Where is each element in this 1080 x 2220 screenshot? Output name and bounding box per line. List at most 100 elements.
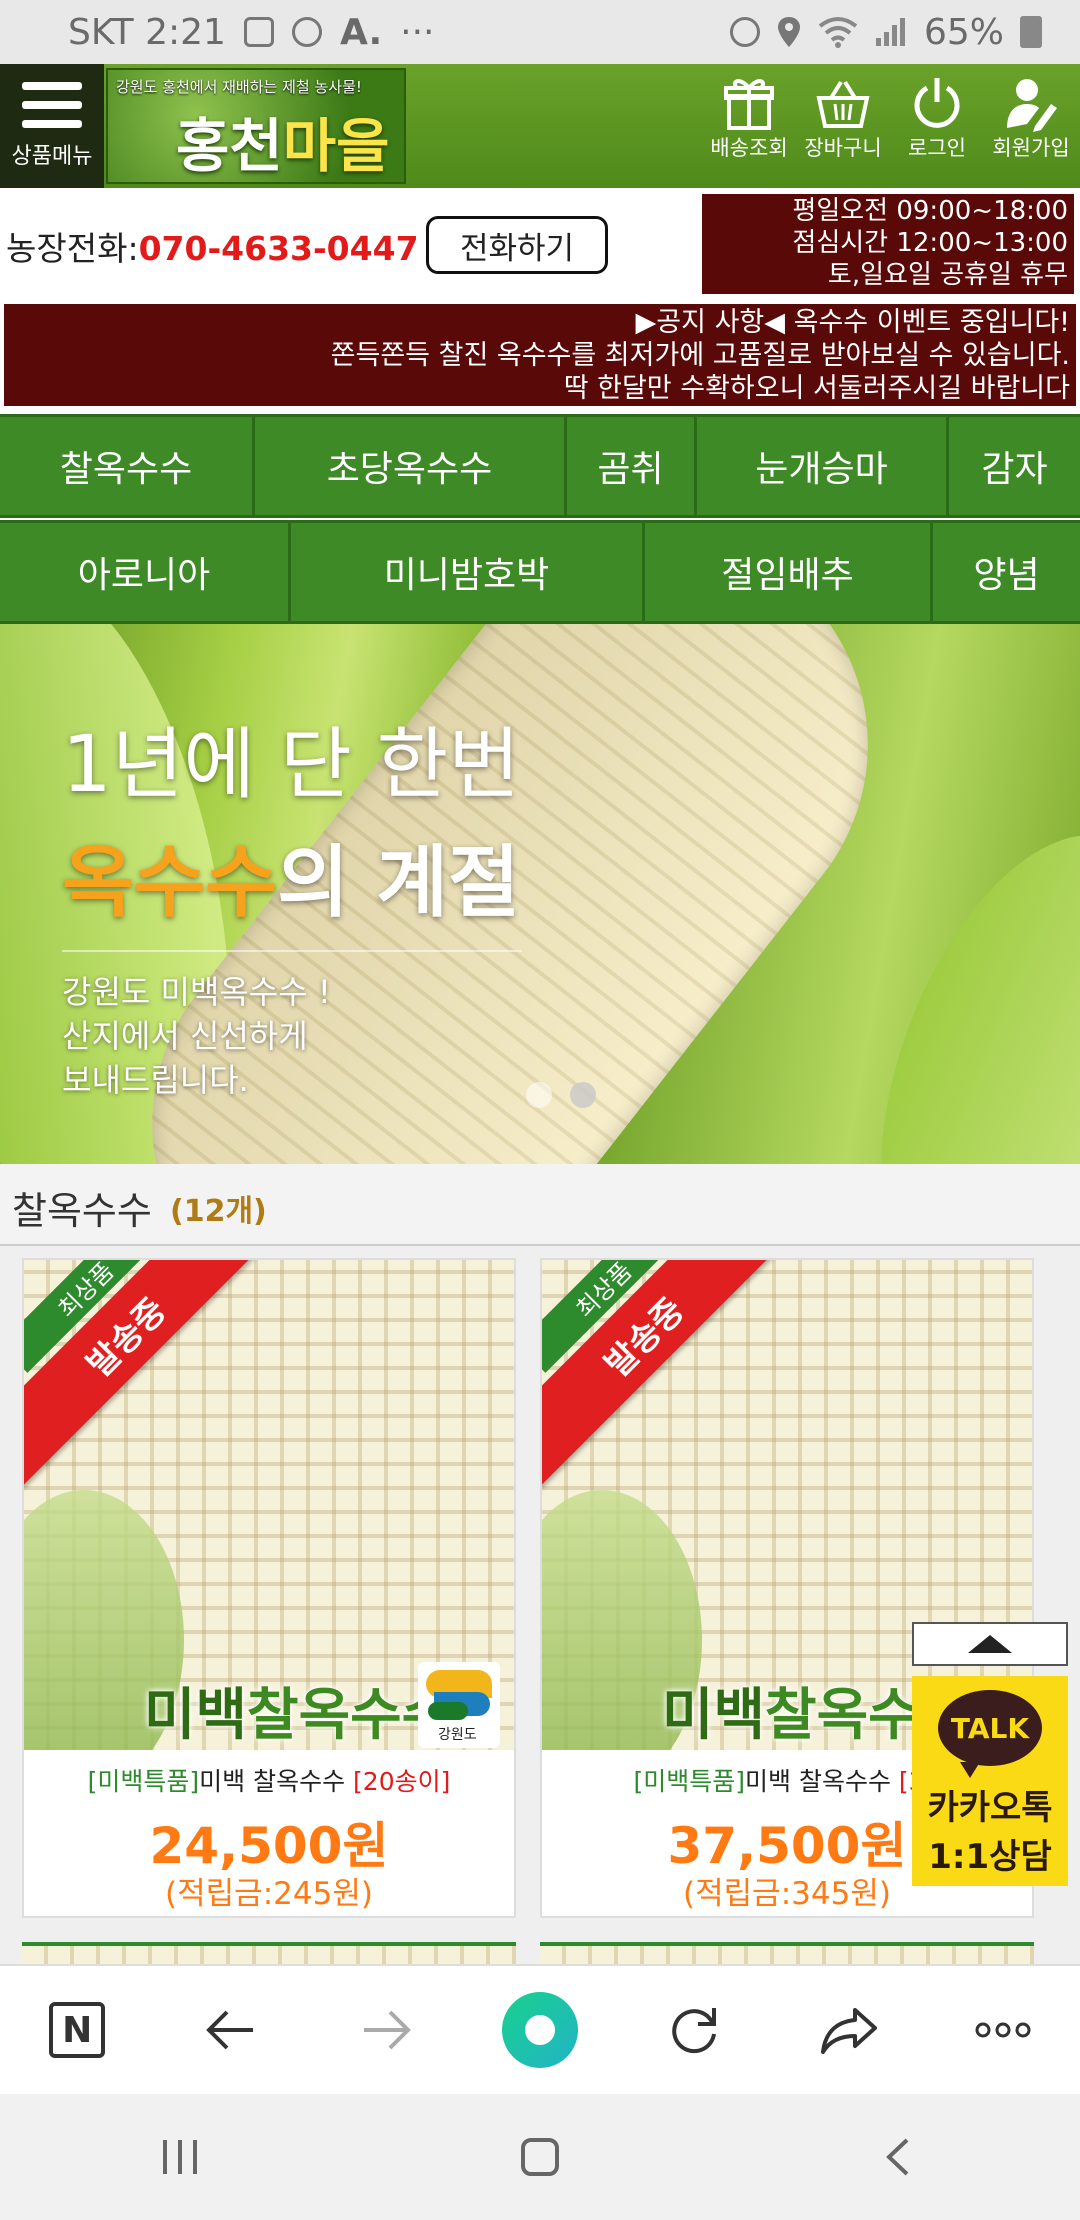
recent-apps-icon (163, 2140, 197, 2174)
banner-text: 1년에 단 한번 옥수수의 계절 강원도 미백옥수수 ! 산지에서 신선하게 보… (62, 702, 522, 1102)
status-bar: SKT 2:21 A. ··· 65% (0, 0, 1080, 64)
home-icon (521, 2138, 559, 2176)
section-header: 찰옥수수 (12개) (0, 1164, 1080, 1246)
category-sweet-corn[interactable]: 초당옥수수 (252, 417, 564, 515)
signal-icon (875, 18, 905, 46)
naver-home-icon: N (49, 2002, 106, 2058)
status-time: SKT 2:21 (68, 11, 226, 53)
category-nav: 찰옥수수 초당옥수수 곰취 눈개승마 감자 아로니아 미니밤호박 절임배추 양념 (0, 414, 1080, 624)
nav-cart[interactable]: 장바구니 (800, 74, 886, 162)
product-option: [20송이] (353, 1767, 451, 1796)
seal-text: 강원도 (438, 1727, 477, 1743)
kakao-sublabel: 1:1상담 (928, 1837, 1052, 1877)
image-title-a: 미백 (144, 1683, 248, 1748)
logo-name-b: 마을 (282, 112, 390, 180)
chevron-left-icon (886, 2138, 909, 2176)
product-image-title: 미백찰옥수수 (144, 1670, 453, 1750)
naver-home-button[interactable]: N (32, 1985, 122, 2075)
notice-line: ▶공지 사항◀ 옥수수 이벤트 중입니다! (635, 307, 1070, 338)
alarm-icon (729, 17, 760, 47)
notice-line: 쫀득쫀득 찰진 옥수수를 최저가에 고품질로 받아보실 수 있습니다. (330, 340, 1070, 371)
category-gomchwi[interactable]: 곰취 (564, 417, 694, 515)
recent-apps-button[interactable] (135, 2112, 225, 2202)
banner-highlight: 옥수수 (62, 838, 278, 928)
nav-signup-label: 회원가입 (992, 136, 1070, 160)
browser-toolbar: N (0, 1964, 1080, 2094)
notice-line: 딱 한달만 수확하오니 서둘러주시길 바랍니다 (563, 373, 1070, 404)
forward-arrow-icon (363, 2010, 411, 2050)
green-dot-icon (501, 1992, 578, 2068)
banner-line2-rest: 의 계절 (277, 838, 520, 928)
product-menu-button[interactable]: 상품메뉴 (0, 64, 104, 188)
back-arrow-icon (206, 2010, 254, 2050)
section-title: 찰옥수수 (12, 1189, 152, 1233)
product-image[interactable]: 발송중 최상품 미백찰옥수수 강원도 (24, 1260, 514, 1750)
category-row-2: 아로니아 미니밤호박 절임배추 양념 (0, 520, 1080, 624)
banner-sub-line: 보내드립니다. (62, 1061, 249, 1099)
category-aronia[interactable]: 아로니아 (0, 523, 288, 621)
site-logo[interactable]: 강원도 홍천에서 재배하는 제철 농사물! 홍천마을 (106, 68, 406, 184)
image-title-a: 미백 (662, 1683, 766, 1748)
location-icon (777, 17, 800, 47)
scroll-to-top-button[interactable] (912, 1622, 1068, 1666)
farm-phone-label: 농장전화: (6, 229, 139, 268)
share-icon (820, 2008, 877, 2054)
category-salted-cabbage[interactable]: 절임배추 (642, 523, 930, 621)
arrow-up-icon (968, 1635, 1012, 1653)
hamburger-icon (22, 82, 82, 128)
more-notifications: ··· (400, 11, 435, 53)
nav-delivery-tracking[interactable]: 배송조회 (706, 74, 792, 162)
refresh-icon (672, 2008, 717, 2054)
hours-line: 토,일요일 공휴일 휴무 (827, 260, 1068, 290)
nav-delivery-label: 배송조회 (710, 136, 788, 160)
product-name[interactable]: [미백특품]미백 찰옥수수 [20송이] (24, 1762, 514, 1798)
banner-pagination (526, 1082, 596, 1108)
product-menu-label: 상품메뉴 (11, 144, 93, 169)
hours-line: 점심시간 12:00~13:00 (792, 228, 1068, 258)
category-nungaeseungma[interactable]: 눈개승마 (694, 417, 946, 515)
logo-name-a: 홍천 (176, 112, 283, 180)
category-seasoning[interactable]: 양념 (930, 523, 1080, 621)
section-count: (12개) (170, 1194, 267, 1229)
image-icon (243, 17, 274, 47)
notice-banner: ▶공지 사항◀ 옥수수 이벤트 중입니다! 쫀득쫀득 찰진 옥수수를 최저가에 … (4, 304, 1076, 406)
gangwon-seal-icon: 강원도 (418, 1662, 500, 1748)
nav-login-label: 로그인 (908, 136, 966, 160)
category-potato[interactable]: 감자 (946, 417, 1080, 515)
android-back-button[interactable] (855, 2112, 945, 2202)
farm-phone-number[interactable]: 070-4633-0447 (139, 229, 419, 268)
banner-dot[interactable] (526, 1082, 552, 1108)
nav-login[interactable]: 로그인 (894, 74, 980, 162)
product-card[interactable]: 발송중 최상품 미백찰옥수수 강원도 [미백특품]미백 찰옥수수 [20송이] … (22, 1258, 516, 1918)
font-icon: A. (339, 11, 383, 53)
back-button[interactable] (186, 1985, 276, 2075)
compass-icon (291, 17, 322, 47)
more-button[interactable] (958, 1985, 1048, 2075)
kakao-talk-consult-button[interactable]: TALK 카카오톡 1:1상담 (912, 1676, 1068, 1886)
nav-signup[interactable]: 회원가입 (988, 74, 1074, 162)
banner-dot-active[interactable] (570, 1082, 596, 1108)
farm-phone: 농장전화:070-4633-0447 (6, 222, 419, 270)
nav-cart-label: 장바구니 (804, 136, 882, 160)
wifi-icon (818, 17, 858, 48)
home-button[interactable] (495, 2112, 585, 2202)
product-points: (적립금:245원) (165, 1876, 373, 1912)
more-icon (975, 2022, 1031, 2038)
logo-subtitle: 강원도 홍천에서 재배하는 제철 농사물! (116, 78, 362, 96)
green-dot-button[interactable] (495, 1985, 585, 2075)
share-button[interactable] (804, 1985, 894, 2075)
business-hours: 평일오전 09:00~18:00 점심시간 12:00~13:00 토,일요일 … (702, 194, 1074, 294)
banner-sub-line: 강원도 미백옥수수 ! (62, 973, 331, 1011)
power-icon (914, 78, 960, 128)
user-pen-icon (1007, 79, 1057, 132)
forward-button[interactable] (341, 1985, 431, 2075)
category-mini-pumpkin[interactable]: 미니밤호박 (288, 523, 642, 621)
android-nav-bar (0, 2094, 1080, 2220)
gift-icon (724, 79, 774, 130)
header-nav: 배송조회 장바구니 로그인 회원가입 (706, 74, 1074, 162)
refresh-button[interactable] (649, 1985, 739, 2075)
category-waxy-corn[interactable]: 찰옥수수 (0, 417, 252, 515)
product-tag: [미백특품] (87, 1767, 200, 1796)
call-button[interactable]: 전화하기 (426, 216, 608, 274)
basket-icon (816, 80, 870, 128)
